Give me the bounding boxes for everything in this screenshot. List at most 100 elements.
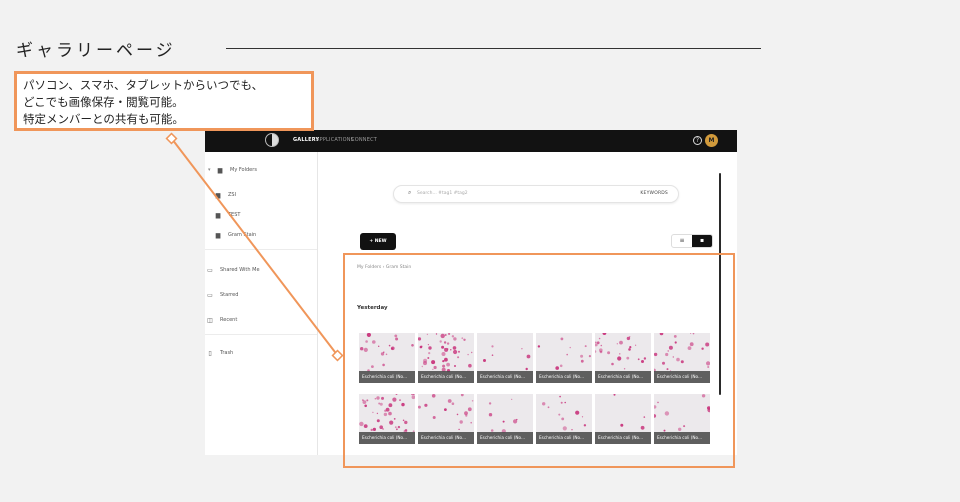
- sidebar-item-zsi[interactable]: ▆ ZSI: [213, 190, 236, 200]
- stain-speck: [394, 426, 397, 429]
- thumbnail-grid: Escherichia coli (No... Escherichia coli…: [359, 333, 711, 444]
- thumbnail-caption: Escherichia coli (No...: [595, 371, 651, 383]
- stain-speck: [459, 420, 463, 424]
- stain-speck: [595, 341, 597, 344]
- stain-speck: [665, 352, 669, 357]
- stain-speck: [432, 368, 434, 370]
- chevron-down-icon[interactable]: ▾: [208, 167, 215, 173]
- sidebar-divider: [205, 249, 317, 250]
- stain-speck: [643, 416, 646, 418]
- stain-speck: [402, 419, 405, 422]
- sidebar-item-recent[interactable]: ◫ Recent: [205, 315, 237, 325]
- callout-line-1: パソコン、スマホ、タブレットからいつでも、: [23, 78, 264, 92]
- stain-speck: [364, 404, 367, 408]
- stain-speck: [491, 345, 494, 348]
- stain-speck: [379, 402, 383, 406]
- stain-speck: [600, 344, 603, 347]
- new-button[interactable]: + NEW: [360, 233, 396, 250]
- callout-line-3: 特定メンバーとの共有も可能。: [23, 112, 184, 126]
- stain-speck: [588, 355, 591, 358]
- stain-speck: [463, 338, 466, 341]
- stain-speck: [569, 346, 571, 349]
- nav-connect[interactable]: CONNECT: [351, 137, 377, 143]
- sidebar-item-shared[interactable]: ▭ Shared With Me: [205, 265, 259, 275]
- stain-speck: [442, 364, 446, 368]
- stain-speck: [376, 396, 380, 400]
- image-thumbnail[interactable]: Escherichia coli (No...: [536, 394, 592, 444]
- stain-speck: [385, 353, 388, 356]
- thumbnail-caption: Escherichia coli (No...: [418, 432, 474, 444]
- stain-speck: [399, 399, 401, 401]
- stain-speck: [705, 342, 710, 347]
- search-input[interactable]: Search... #tag1 #tag2: [417, 191, 468, 196]
- avatar[interactable]: M: [705, 134, 718, 147]
- image-thumbnail[interactable]: Escherichia coli (No...: [359, 333, 415, 383]
- stain-speck: [668, 345, 673, 350]
- thumbnail-caption: Escherichia coli (No...: [477, 432, 533, 444]
- image-thumbnail[interactable]: Escherichia coli (No...: [654, 333, 710, 383]
- image-thumbnail[interactable]: Escherichia coli (No...: [418, 394, 474, 444]
- folder-icon: ▆: [215, 211, 221, 219]
- stain-speck: [467, 407, 472, 412]
- breadcrumb[interactable]: My Folders › Gram Stain: [357, 265, 411, 270]
- scrollbar[interactable]: [719, 173, 721, 395]
- stain-speck: [439, 340, 442, 343]
- stain-speck: [446, 342, 450, 345]
- stain-speck: [580, 354, 584, 358]
- thumbnail-caption: Escherichia coli (No...: [477, 371, 533, 383]
- stain-speck: [635, 344, 637, 346]
- stain-speck: [388, 411, 392, 416]
- stain-speck: [599, 348, 603, 352]
- stain-speck: [366, 399, 369, 402]
- stain-speck: [374, 397, 377, 400]
- list-view-icon[interactable]: ≡: [672, 235, 692, 247]
- stain-speck: [667, 350, 669, 352]
- image-thumbnail[interactable]: Escherichia coli (No...: [595, 394, 651, 444]
- image-thumbnail[interactable]: Escherichia coli (No...: [536, 333, 592, 383]
- stain-speck: [371, 365, 374, 368]
- thumbnail-caption: Escherichia coli (No...: [654, 371, 710, 383]
- image-thumbnail[interactable]: Escherichia coli (No...: [477, 333, 533, 383]
- sidebar-item-trash[interactable]: ▯ Trash: [205, 348, 233, 358]
- stain-speck: [418, 405, 421, 409]
- stain-speck: [427, 344, 429, 346]
- stain-speck: [401, 402, 405, 407]
- help-icon[interactable]: ?: [693, 136, 702, 145]
- keywords-button[interactable]: KEYWORDS: [640, 191, 668, 196]
- stain-speck: [626, 356, 630, 360]
- stain-speck: [483, 359, 486, 362]
- stain-speck: [521, 348, 523, 350]
- stain-speck: [654, 352, 658, 357]
- stain-speck: [581, 416, 584, 418]
- nav-applications[interactable]: APPLICATIONS: [316, 137, 354, 143]
- callout-line-2: どこでも画像保存・閲覧可能。: [23, 95, 184, 109]
- sidebar-item-my-folders[interactable]: ▾ ▆ My Folders: [208, 165, 257, 175]
- sidebar-item-gram-stain[interactable]: ▆ Gram Stain: [213, 230, 257, 240]
- logo-icon[interactable]: [265, 133, 279, 147]
- sidebar-item-starred[interactable]: ▭ Starred: [205, 290, 238, 300]
- stain-speck: [370, 428, 373, 432]
- stain-speck: [690, 333, 692, 334]
- stain-speck: [468, 363, 472, 368]
- search-bar[interactable]: ⌕ Search... #tag1 #tag2 KEYWORDS: [393, 185, 679, 203]
- title-rule: [226, 48, 761, 49]
- stain-speck: [467, 353, 469, 356]
- stain-speck: [419, 345, 423, 349]
- sidebar-item-test[interactable]: ▆ TEST: [213, 210, 241, 220]
- stain-speck: [628, 348, 631, 351]
- image-thumbnail[interactable]: Escherichia coli (No...: [595, 333, 651, 383]
- stain-speck: [451, 402, 455, 405]
- image-thumbnail[interactable]: Escherichia coli (No...: [654, 394, 710, 444]
- image-thumbnail[interactable]: Escherichia coli (No...: [418, 333, 474, 383]
- stain-speck: [584, 345, 587, 348]
- stain-speck: [452, 346, 457, 350]
- image-thumbnail[interactable]: Escherichia coli (No...: [477, 394, 533, 444]
- sidebar: ▾ ▆ My Folders ▆ ZSI ▆ TEST ▆ Gram Stain…: [205, 152, 318, 455]
- stain-speck: [619, 340, 623, 345]
- stain-speck: [654, 414, 657, 418]
- stain-speck: [392, 397, 397, 402]
- grid-view-icon[interactable]: ▪: [692, 235, 712, 247]
- stain-speck: [502, 420, 505, 423]
- stain-speck: [380, 352, 385, 356]
- image-thumbnail[interactable]: Escherichia coli (No...: [359, 394, 415, 444]
